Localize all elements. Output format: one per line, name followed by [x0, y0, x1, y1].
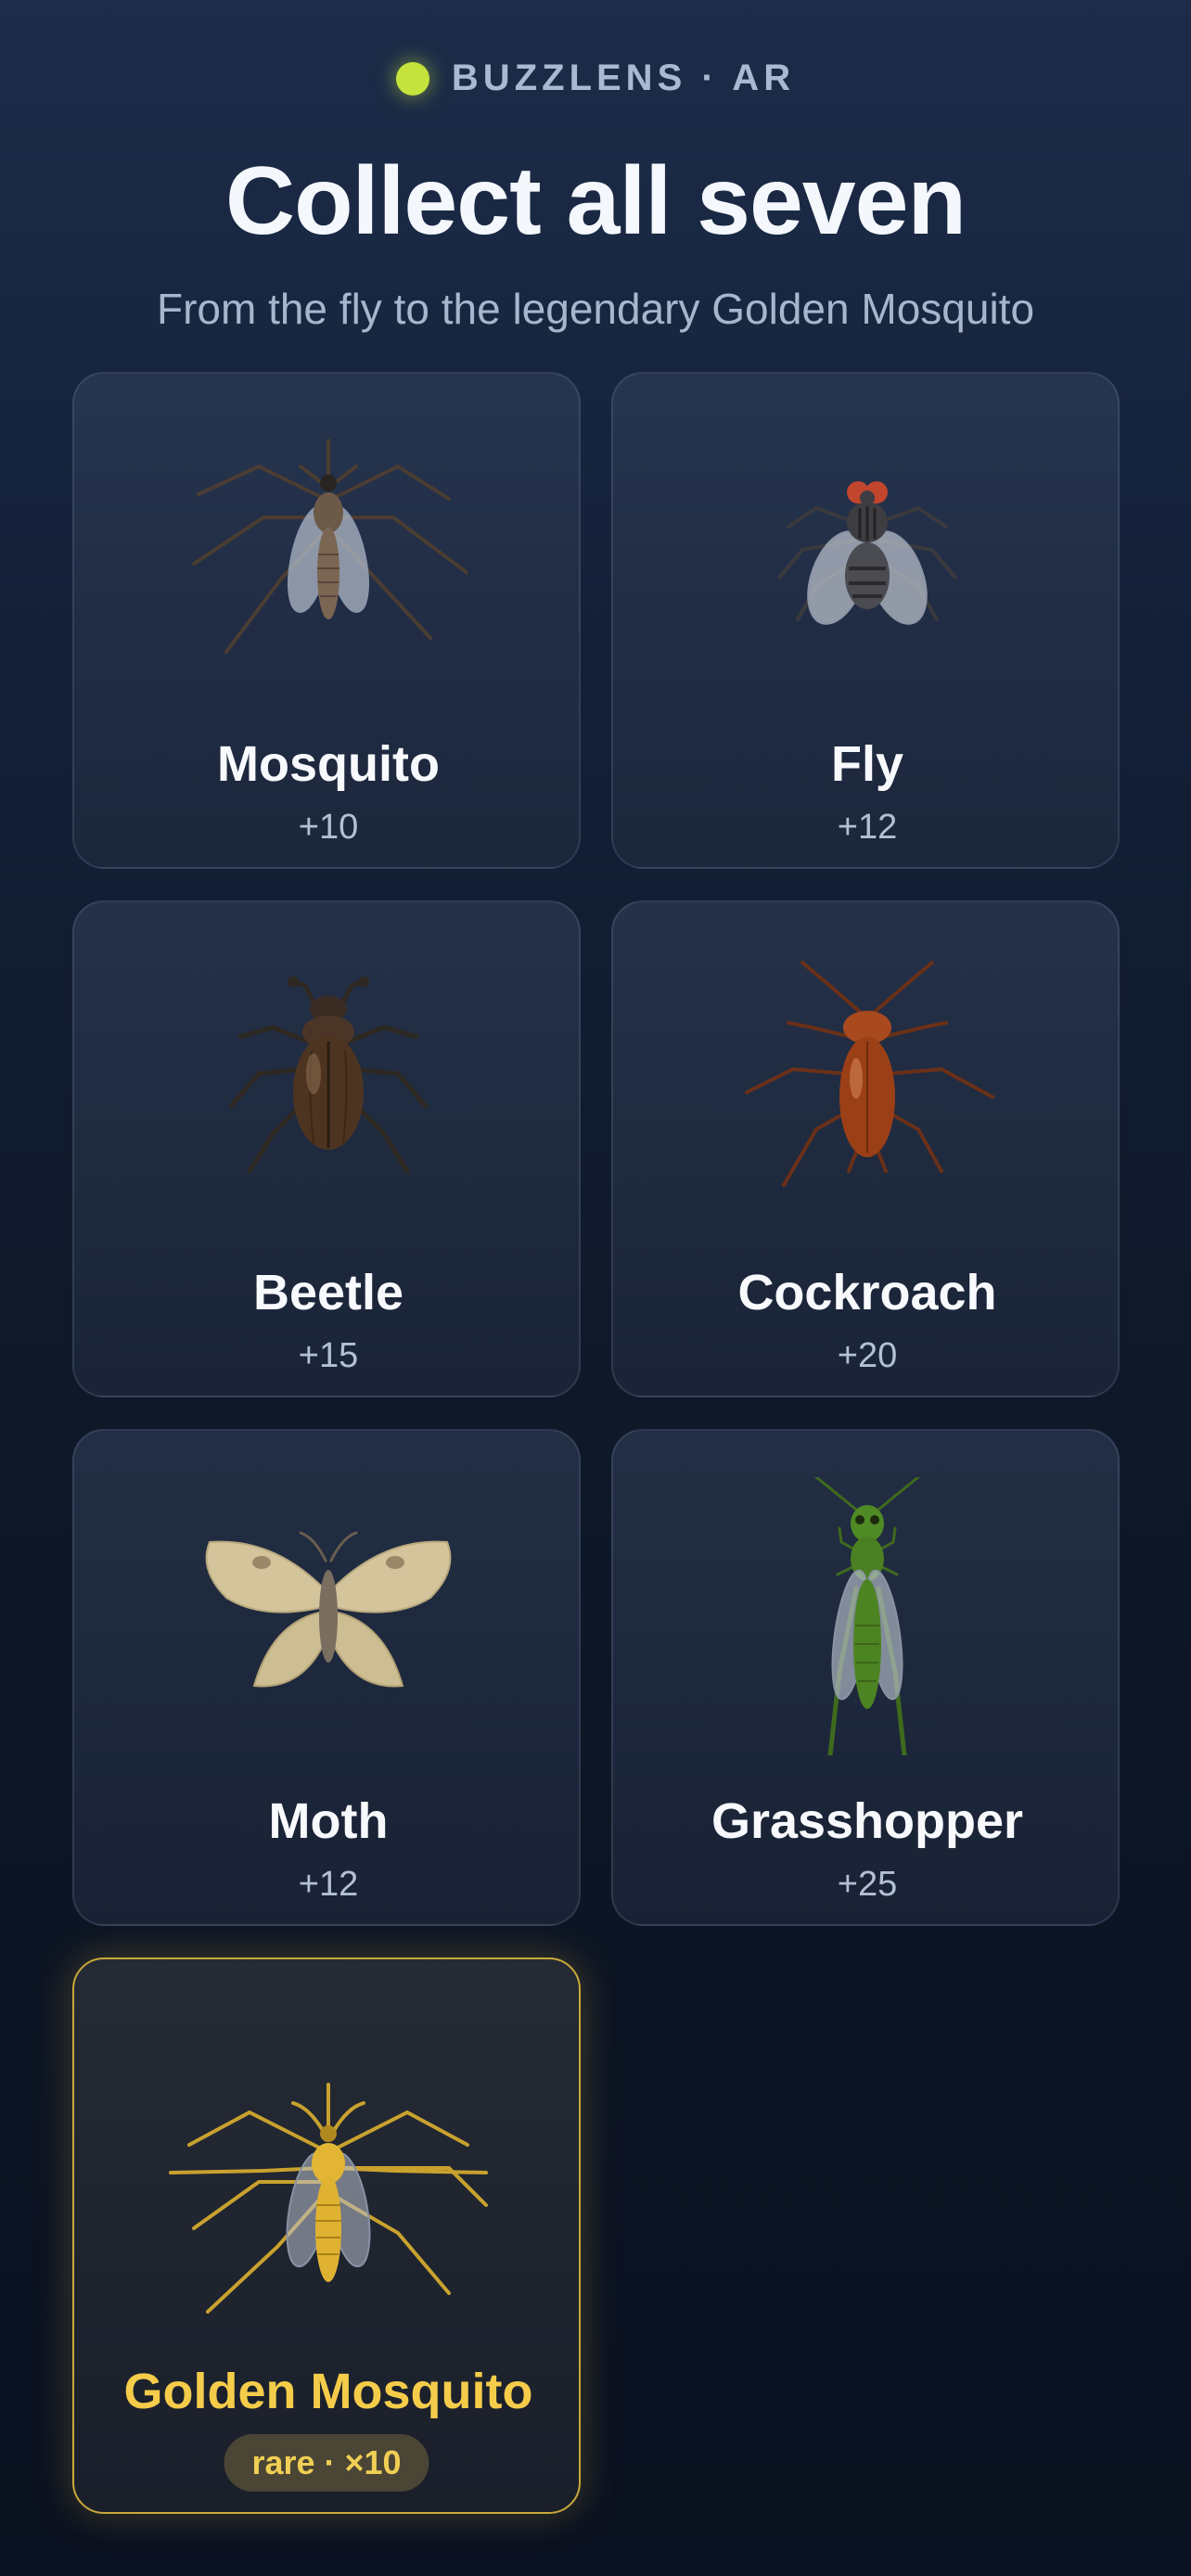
mosquito-icon	[74, 429, 583, 670]
card-points: +12	[837, 808, 898, 847]
card-points: +20	[837, 1336, 898, 1375]
card-points: +12	[298, 1865, 359, 1904]
card-name: Fly	[830, 736, 904, 792]
card-points: +25	[837, 1865, 898, 1904]
status-dot	[395, 61, 429, 96]
insect-card-grasshopper[interactable]: Grasshopper +25	[611, 1429, 1120, 1926]
card-name: Moth	[268, 1793, 389, 1849]
brand-header: BUZZLENS · AR	[0, 57, 1191, 99]
grasshopper-icon	[613, 1477, 1121, 1755]
page-subtitle: From the fly to the legendary Golden Mos…	[156, 285, 1035, 333]
beetle-icon	[74, 958, 583, 1199]
insect-card-beetle[interactable]: Beetle +15	[72, 900, 581, 1397]
card-name: Grasshopper	[711, 1793, 1024, 1849]
page-title: Collect all seven	[224, 147, 967, 255]
rare-badge: rare · ×10	[224, 2434, 429, 2492]
golden-mosquito-icon	[74, 2052, 583, 2330]
insect-card-golden-mosquito[interactable]: Golden Mosquito rare · ×10	[72, 1958, 581, 2514]
card-name: Mosquito	[217, 736, 440, 792]
insect-card-moth[interactable]: Moth +12	[72, 1429, 581, 1926]
card-points: +10	[298, 808, 359, 847]
brand-name: BUZZLENS · AR	[451, 57, 796, 98]
card-points: +15	[298, 1336, 359, 1375]
card-name: Golden Mosquito	[123, 2364, 533, 2419]
card-name: Beetle	[252, 1265, 404, 1320]
moth-icon	[74, 1486, 583, 1728]
insect-card-mosquito[interactable]: Mosquito +10	[72, 372, 581, 869]
fly-icon	[613, 429, 1121, 670]
insect-card-cockroach[interactable]: Cockroach +20	[611, 900, 1120, 1397]
cockroach-icon	[613, 958, 1121, 1199]
card-name: Cockroach	[737, 1265, 997, 1320]
insect-card-fly[interactable]: Fly +12	[611, 372, 1120, 869]
